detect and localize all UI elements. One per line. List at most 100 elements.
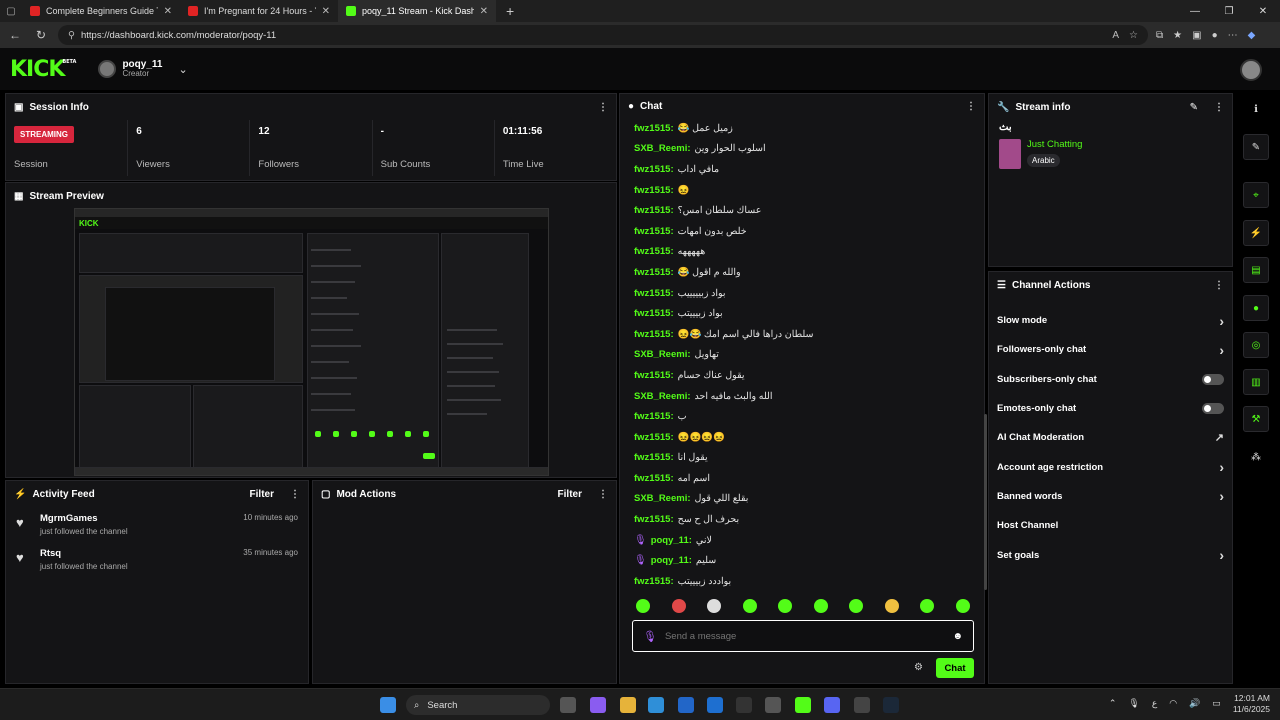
edit-pencil-icon[interactable]: ✎ — [1190, 102, 1198, 113]
notes-icon[interactable]: ▤ — [1243, 257, 1269, 283]
channel-action-followers-only-chat[interactable]: Followers-only chat › — [989, 335, 1232, 364]
emote-icon[interactable] — [884, 599, 899, 613]
discord-icon[interactable] — [824, 697, 840, 713]
channel-action-account-age-restriction[interactable]: Account age restriction › — [989, 452, 1232, 481]
chat-username[interactable]: poqy_11 — [651, 555, 689, 566]
chat-username[interactable]: fwz1515 — [634, 246, 670, 257]
chat-username[interactable]: fwz1515 — [634, 370, 670, 381]
more-options-icon[interactable]: ⋮ — [290, 489, 300, 500]
user-menu-avatar[interactable] — [1240, 59, 1262, 81]
task-view-icon[interactable] — [560, 697, 576, 713]
keyboard-language-icon[interactable]: ع — [1152, 698, 1157, 709]
taskbar-search[interactable]: ⌕ Search — [406, 695, 550, 715]
minimize-icon[interactable]: — — [1178, 0, 1212, 22]
emote-icon[interactable] — [636, 599, 650, 613]
edit-stream-icon[interactable]: ✎ — [1243, 134, 1269, 160]
browser-tab-2[interactable]: I'm Pregnant for 24 Hours - YouT ✕ — [180, 0, 338, 22]
more-options-icon[interactable]: ⋮ — [966, 101, 976, 112]
channel-action-subscribers-only-chat[interactable]: Subscribers-only chat — [989, 365, 1232, 394]
file-explorer-icon[interactable] — [620, 697, 636, 713]
gear-icon[interactable]: ⚙ — [914, 662, 923, 673]
edge-browser-icon[interactable] — [648, 697, 664, 713]
volume-icon[interactable]: 🔊 — [1189, 698, 1200, 709]
chat-message-input[interactable] — [664, 630, 945, 642]
copilot-icon[interactable]: ◆ — [1248, 30, 1256, 41]
close-tab-icon[interactable]: ✕ — [322, 6, 330, 17]
channel-action-slow-mode[interactable]: Slow mode › — [989, 306, 1232, 335]
battery-icon[interactable]: ▭ — [1212, 698, 1221, 709]
wifi-icon[interactable]: ◠ — [1169, 698, 1177, 709]
chat-username[interactable]: fwz1515 — [634, 123, 670, 134]
steam-icon[interactable] — [883, 697, 899, 713]
more-options-icon[interactable]: ⋮ — [598, 489, 608, 500]
channel-switcher[interactable]: poqy_11 Creator — [122, 59, 162, 79]
emote-icon[interactable] — [707, 599, 721, 613]
filter-button[interactable]: Filter — [558, 489, 582, 500]
windows-start-icon[interactable] — [380, 697, 396, 713]
stream-preview-video[interactable]: KICK — [74, 208, 549, 476]
toggle-switch[interactable] — [1202, 373, 1224, 385]
kick-logo[interactable]: KICK BETA — [10, 57, 76, 82]
emote-icon[interactable] — [778, 599, 792, 613]
send-chat-button[interactable]: Chat — [936, 658, 974, 678]
category-name[interactable]: Just Chatting — [1027, 139, 1082, 150]
favorite-star-icon[interactable]: ☆ — [1129, 30, 1138, 41]
emote-icon[interactable] — [813, 599, 828, 613]
site-info-icon[interactable]: ⚲ — [68, 30, 75, 41]
close-tab-icon[interactable]: ✕ — [164, 6, 172, 17]
info-icon[interactable]: ℹ — [1243, 96, 1269, 122]
url-field[interactable]: ⚲ https://dashboard.kick.com/moderator/p… — [58, 25, 1148, 45]
chat-username[interactable]: fwz1515 — [634, 411, 670, 422]
chat-username[interactable]: fwz1515 — [634, 205, 670, 216]
activity-username[interactable]: Rtsq — [40, 548, 128, 559]
chat-username[interactable]: fwz1515 — [634, 473, 670, 484]
chat-username[interactable]: SXB_Reemi — [634, 349, 687, 360]
maximize-icon[interactable]: ❐ — [1212, 0, 1246, 22]
store-icon[interactable] — [678, 697, 694, 713]
obs-icon[interactable] — [765, 697, 781, 713]
chat-username[interactable]: fwz1515 — [634, 226, 670, 237]
read-aloud-icon[interactable]: A — [1112, 30, 1119, 41]
tab-actions-icon[interactable]: ▢ — [0, 0, 22, 22]
filter-button[interactable]: Filter — [250, 489, 274, 500]
chat-username[interactable]: fwz1515 — [634, 185, 670, 196]
outlook-icon[interactable] — [707, 697, 723, 713]
channel-action-banned-words[interactable]: Banned words › — [989, 482, 1232, 511]
lightning-icon[interactable]: ⚡ — [1243, 220, 1269, 246]
copilot-app-icon[interactable] — [590, 697, 606, 713]
channel-action-host-channel[interactable]: Host Channel — [989, 511, 1232, 540]
more-options-icon[interactable]: ⋮ — [598, 102, 608, 113]
app-icon[interactable] — [854, 697, 870, 713]
more-options-icon[interactable]: ⋮ — [1214, 102, 1224, 113]
chat-username[interactable]: SXB_Reemi — [634, 143, 687, 154]
kick-app-icon[interactable] — [795, 697, 811, 713]
chat-username[interactable]: fwz1515 — [634, 576, 670, 587]
emote-icon[interactable] — [742, 599, 757, 613]
favorites-icon[interactable]: ★ — [1173, 30, 1182, 41]
toggle-switch[interactable] — [1202, 403, 1224, 415]
screenshot-icon[interactable]: ⌖ — [1243, 182, 1269, 208]
chat-username[interactable]: fwz1515 — [634, 267, 670, 278]
chat-username[interactable]: SXB_Reemi — [634, 493, 687, 504]
chat-username[interactable]: SXB_Reemi — [634, 391, 687, 402]
wrench-icon[interactable]: ⚒ — [1243, 406, 1269, 432]
chevron-down-icon[interactable]: ⌄ — [178, 63, 187, 76]
emote-icon[interactable] — [849, 599, 863, 613]
emote-icon[interactable] — [955, 599, 970, 613]
channel-action-ai-chat-moderation[interactable]: AI Chat Moderation ↗ — [989, 423, 1232, 452]
chat-bubble-icon[interactable]: ● — [1243, 295, 1269, 321]
chat-input-box[interactable]: 🎙 ☻ — [632, 620, 974, 652]
chat-username[interactable]: fwz1515 — [634, 288, 670, 299]
extensions-icon[interactable]: ⧉ — [1156, 30, 1163, 41]
back-icon[interactable]: ← — [6, 28, 24, 42]
emote-icon[interactable] — [920, 599, 934, 613]
browser-tab-3-active[interactable]: poqy_11 Stream - Kick Dashboard ✕ — [338, 0, 496, 22]
collections-icon[interactable]: ▣ — [1192, 30, 1201, 41]
chat-scrollbar[interactable] — [984, 414, 987, 590]
refresh-icon[interactable]: ↻ — [32, 28, 50, 42]
channel-action-set-goals[interactable]: Set goals › — [989, 540, 1232, 569]
emote-icon[interactable] — [671, 599, 686, 613]
chat-username[interactable]: fwz1515 — [634, 308, 670, 319]
activity-username[interactable]: MgrmGames — [40, 513, 128, 524]
new-tab-icon[interactable]: + — [506, 3, 514, 19]
